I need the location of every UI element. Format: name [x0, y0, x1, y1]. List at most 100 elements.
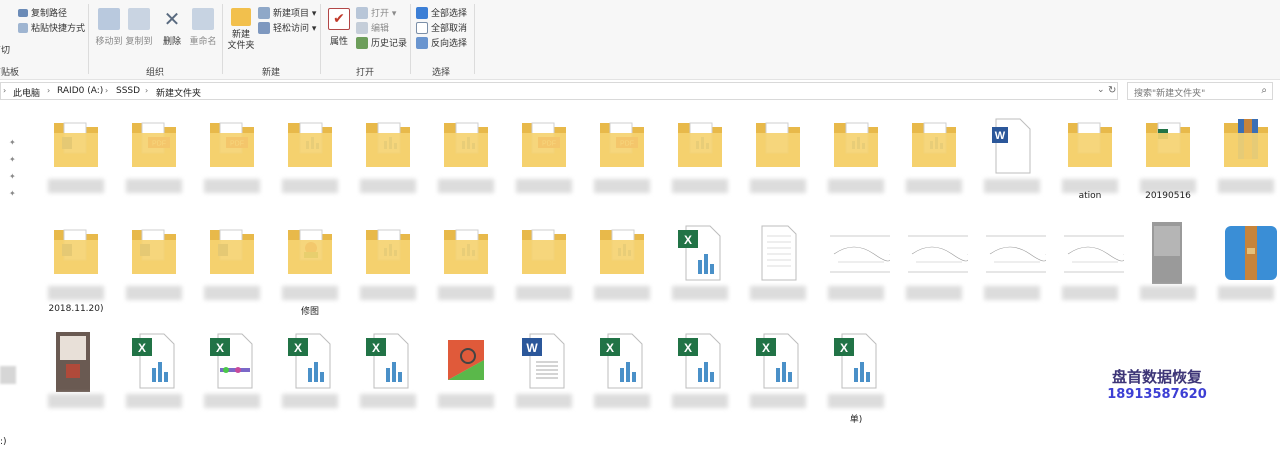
file-item[interactable]: X — [118, 330, 190, 430]
watermark: 盘首数据恢复 18913587620 — [1092, 366, 1222, 402]
file-item[interactable] — [352, 222, 424, 322]
file-item[interactable]: X — [664, 330, 736, 430]
refresh-icon[interactable]: ↻ — [1108, 85, 1116, 96]
new-item-button[interactable]: 新建项目 ▾ — [258, 6, 316, 19]
edit-button[interactable]: 编辑 — [356, 21, 389, 34]
file-item[interactable] — [742, 222, 814, 322]
file-item[interactable]: W — [508, 330, 580, 430]
copy-path-button[interactable]: 复制路径 — [18, 6, 67, 19]
cut-button[interactable]: 剪切 — [0, 43, 10, 56]
redacted-filename — [750, 179, 806, 193]
organize-group: 移动到 复制到 ✕ 删除 重命名 组织 — [90, 0, 222, 80]
svg-text:X: X — [138, 341, 146, 355]
excel-icon: X — [128, 330, 180, 392]
file-item[interactable] — [430, 115, 502, 215]
redacted-filename — [672, 179, 728, 193]
folder-img-icon — [284, 222, 336, 284]
redacted-filename — [828, 179, 884, 193]
file-item[interactable] — [508, 222, 580, 322]
file-item[interactable]: 修图 — [274, 222, 346, 322]
delete-button[interactable]: ✕ 删除 — [160, 8, 184, 47]
redacted-filename — [438, 394, 494, 408]
chevron-right-icon: › — [3, 86, 7, 95]
file-item[interactable]: X — [352, 330, 424, 430]
file-item[interactable] — [1054, 222, 1127, 322]
redacted-filename — [126, 286, 182, 300]
file-item[interactable] — [118, 222, 190, 322]
file-item[interactable]: 20190516 — [1132, 115, 1204, 215]
file-item[interactable] — [430, 330, 502, 430]
file-item[interactable]: ation — [1054, 115, 1126, 215]
file-item[interactable]: PDF — [196, 115, 268, 215]
file-item[interactable]: 2018.11.20) — [40, 222, 112, 322]
file-item[interactable]: X — [196, 330, 268, 430]
file-item[interactable]: X 单) — [820, 330, 892, 430]
drawing-icon — [1061, 222, 1127, 284]
search-input[interactable]: 搜索"新建文件夹" — [1134, 86, 1205, 99]
file-item[interactable] — [274, 115, 346, 215]
redacted-filename — [360, 286, 416, 300]
folder-pdf-icon: PDF — [596, 115, 648, 177]
svg-text:X: X — [372, 341, 380, 355]
file-item[interactable]: X — [664, 222, 736, 322]
folder-word-icon — [50, 115, 102, 177]
pin-icon: ✦ — [9, 138, 16, 147]
history-button[interactable]: 历史记录 — [356, 36, 407, 49]
file-item[interactable] — [40, 115, 112, 215]
address-bar[interactable]: › 此电脑 › RAID0 (A:) › SSSD › 新建文件夹 ⌄ ↻ — [0, 82, 1118, 100]
select-none-icon — [416, 21, 428, 34]
select-none-button[interactable]: 全部取消 — [416, 21, 467, 34]
properties-button[interactable]: ✔ 属性 — [326, 8, 352, 47]
file-item[interactable]: X — [586, 330, 658, 430]
file-item[interactable] — [976, 222, 1049, 322]
file-item[interactable]: X — [274, 330, 346, 430]
file-item[interactable] — [196, 222, 268, 322]
file-name-label: 单) — [849, 415, 863, 425]
photo-icon — [1142, 222, 1194, 284]
file-item[interactable]: PDF — [118, 115, 190, 215]
file-item[interactable] — [742, 115, 814, 215]
file-item[interactable]: X — [742, 330, 814, 430]
select-all-button[interactable]: 全部选择 — [416, 6, 467, 19]
folder-chart-icon — [440, 222, 492, 284]
redacted-filename — [516, 286, 572, 300]
file-item[interactable] — [586, 222, 658, 322]
file-item[interactable]: PDF — [586, 115, 658, 215]
file-item[interactable] — [1210, 222, 1280, 322]
breadcrumb-new-folder[interactable]: 新建文件夹 — [156, 86, 201, 99]
file-item[interactable] — [1210, 115, 1280, 215]
breadcrumb-sssd[interactable]: SSSD — [116, 86, 140, 96]
new-folder-button[interactable]: 新建 文件夹 — [226, 8, 256, 52]
svg-text:W: W — [995, 130, 1006, 142]
file-item[interactable] — [820, 222, 893, 322]
file-item[interactable] — [664, 115, 736, 215]
file-item[interactable] — [820, 115, 892, 215]
svg-text:W: W — [526, 341, 538, 355]
rename-button[interactable]: 重命名 — [188, 8, 218, 47]
folder-chart-icon — [674, 115, 726, 177]
file-item[interactable] — [40, 330, 112, 430]
folder-chart-icon — [830, 115, 882, 177]
file-item[interactable] — [898, 222, 971, 322]
open-button[interactable]: 打开 ▾ — [356, 6, 396, 19]
paste-shortcut-button[interactable]: 粘贴快捷方式 — [18, 21, 85, 34]
dropdown-chevron-icon[interactable]: ⌄ — [1097, 85, 1105, 95]
file-item[interactable]: PDF — [508, 115, 580, 215]
folder-chart-icon — [362, 115, 414, 177]
breadcrumb-raid0[interactable]: RAID0 (A:) — [57, 86, 103, 96]
file-item[interactable] — [430, 222, 502, 322]
search-box[interactable]: 搜索"新建文件夹" ⌕ — [1127, 82, 1273, 100]
drawing-icon — [983, 222, 1049, 284]
invert-selection-button[interactable]: 反向选择 — [416, 36, 467, 49]
nav-pane-drive-label[interactable]: :) — [0, 437, 7, 447]
breadcrumb-this-pc[interactable]: 此电脑 — [13, 86, 40, 99]
file-item[interactable] — [352, 115, 424, 215]
file-item[interactable] — [898, 115, 970, 215]
excel-icon: X — [830, 330, 882, 392]
file-item[interactable] — [1132, 222, 1204, 322]
move-to-button[interactable]: 移动到 — [94, 8, 124, 47]
copy-to-button[interactable]: 复制到 — [124, 8, 154, 47]
redacted-filename — [282, 394, 338, 408]
easy-access-button[interactable]: 轻松访问 ▾ — [258, 21, 316, 34]
file-item[interactable]: W — [976, 115, 1048, 215]
